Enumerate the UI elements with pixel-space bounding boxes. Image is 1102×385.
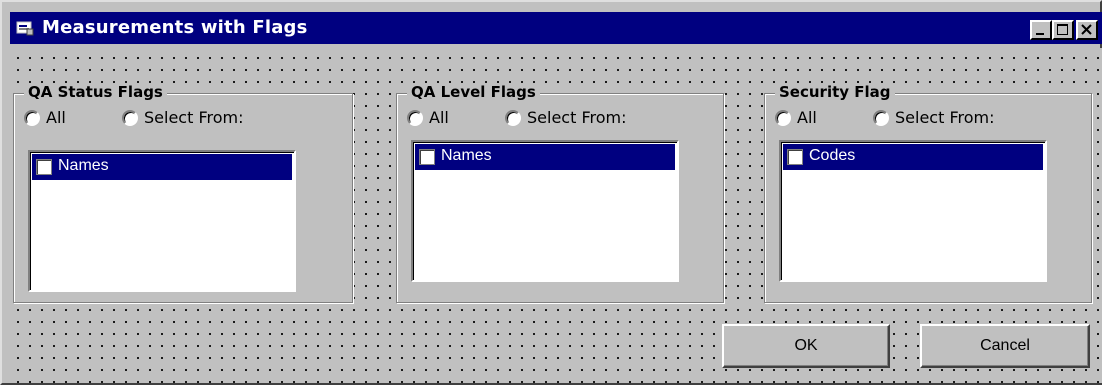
radio-select-from[interactable]: Select From: — [122, 108, 243, 127]
close-icon — [1081, 24, 1092, 35]
close-button[interactable] — [1076, 20, 1098, 40]
codes-listbox[interactable]: Codes — [779, 140, 1047, 282]
security-flag-group: Security Flag All Select From: Codes — [764, 83, 1092, 303]
radio-all[interactable]: All — [775, 108, 817, 127]
list-item[interactable]: Names — [32, 154, 292, 180]
checkbox-icon[interactable] — [787, 149, 803, 165]
list-item[interactable]: Names — [415, 144, 675, 170]
names-listbox[interactable]: Names — [411, 140, 679, 282]
radio-label: Select From: — [144, 108, 244, 127]
window-icon — [16, 21, 34, 36]
radio-button-icon — [505, 109, 521, 126]
radio-button-icon — [122, 109, 138, 126]
radio-row: All Select From: — [24, 108, 324, 132]
radio-label: All — [797, 108, 817, 127]
radio-button-icon — [775, 109, 791, 126]
radio-select-from[interactable]: Select From: — [873, 108, 994, 127]
minimize-icon — [1036, 33, 1044, 35]
maximize-icon — [1057, 24, 1068, 35]
radio-label: Select From: — [527, 108, 627, 127]
radio-all[interactable]: All — [407, 108, 449, 127]
title-bar[interactable]: Measurements with Flags — [10, 12, 1102, 44]
group-label: QA Level Flags — [407, 83, 540, 101]
list-item[interactable]: Codes — [783, 144, 1043, 170]
ok-button[interactable]: OK — [722, 324, 890, 368]
radio-row: All Select From: — [775, 108, 1075, 132]
list-item-label: Names — [441, 147, 492, 164]
group-label: Security Flag — [775, 83, 895, 101]
group-label: QA Status Flags — [24, 83, 167, 101]
maximize-button[interactable] — [1052, 20, 1074, 40]
cancel-button[interactable]: Cancel — [920, 324, 1090, 368]
radio-row: All Select From: — [407, 108, 707, 132]
radio-button-icon — [407, 109, 423, 126]
names-listbox[interactable]: Names — [28, 150, 296, 292]
radio-button-icon — [24, 109, 40, 126]
checkbox-icon[interactable] — [36, 159, 52, 175]
radio-select-from[interactable]: Select From: — [505, 108, 626, 127]
minimize-button[interactable] — [1030, 20, 1052, 40]
qa-level-flags-group: QA Level Flags All Select From: Names — [396, 83, 724, 303]
radio-all[interactable]: All — [24, 108, 66, 127]
qa-status-flags-group: QA Status Flags All Select From: Names — [13, 83, 353, 303]
window-title: Measurements with Flags — [42, 17, 308, 38]
radio-label: Select From: — [895, 108, 995, 127]
list-item-label: Names — [58, 157, 109, 174]
radio-label: All — [429, 108, 449, 127]
radio-button-icon — [873, 109, 889, 126]
list-item-label: Codes — [809, 147, 856, 164]
radio-label: All — [46, 108, 66, 127]
checkbox-icon[interactable] — [419, 149, 435, 165]
form-area: QA Status Flags All Select From: Names Q… — [8, 48, 1102, 383]
dialog-window: Measurements with Flags QA Status Flags … — [0, 0, 1102, 385]
